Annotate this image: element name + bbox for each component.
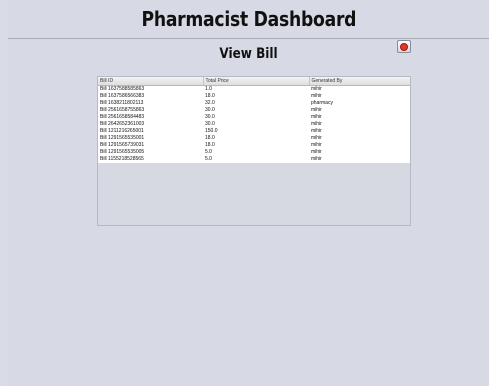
cell-total-price: 32.0: [203, 100, 309, 107]
cell-bill-id: Bill 1291565535001: [98, 135, 203, 142]
column-header-generated-by[interactable]: Generated By: [309, 77, 410, 86]
table-header-row: Bill ID Total Price Generated By: [98, 77, 410, 86]
table-row[interactable]: Bill 2561658755863 30.0 mihir: [98, 107, 410, 114]
cell-total-price: 30.0: [203, 121, 309, 128]
table-row[interactable]: Bill 1291565535005 5.0 mihir: [98, 149, 410, 156]
close-button[interactable]: [397, 40, 411, 53]
cell-generated-by: mihir: [309, 156, 410, 163]
cell-bill-id: Bill 2561658584483: [98, 114, 203, 121]
bills-table-container[interactable]: Bill ID Total Price Generated By Bill 16…: [97, 76, 411, 226]
cell-total-price: 1.0: [203, 85, 309, 93]
table-row[interactable]: Bill 1155218528565 5.0 mihir: [98, 156, 410, 163]
cell-generated-by: mihir: [309, 149, 410, 156]
cell-generated-by: mihir: [309, 93, 410, 100]
close-icon: [400, 42, 408, 51]
column-header-bill-id[interactable]: Bill ID: [98, 77, 204, 86]
cell-total-price: 18.0: [203, 135, 309, 142]
table-row[interactable]: Bill 2561658584483 30.0 mihir: [98, 114, 410, 121]
cell-bill-id: Bill 1155218528565: [98, 156, 203, 163]
cell-bill-id: Bill 1211216265001: [98, 128, 203, 135]
page-title: View Bill: [219, 46, 278, 62]
table-row[interactable]: Bill 1637588585863 1.0 mihir: [98, 85, 410, 93]
cell-bill-id: Bill 1291565739031: [98, 142, 203, 149]
cell-total-price: 5.0: [203, 149, 309, 156]
cell-total-price: 30.0: [203, 114, 309, 121]
cell-total-price: 18.0: [203, 142, 309, 149]
cell-total-price: 30.0: [203, 107, 309, 114]
cell-generated-by: mihir: [309, 107, 410, 114]
app-title: Pharmacist Dashboard: [141, 7, 356, 31]
cell-bill-id: Bill 1637588585863: [98, 85, 203, 93]
cell-bill-id: Bill 1637586566383: [98, 93, 203, 100]
table-row[interactable]: Bill 1211216265001 150.0 mihir: [98, 128, 410, 135]
cell-total-price: 5.0: [203, 156, 309, 163]
table-row[interactable]: Bill 1291565739031 18.0 mihir: [98, 142, 410, 149]
column-header-total-price[interactable]: Total Price: [203, 77, 310, 86]
bills-table: Bill ID Total Price Generated By Bill 16…: [98, 77, 410, 163]
cell-generated-by: mihir: [309, 114, 410, 121]
cell-total-price: 150.0: [203, 128, 309, 135]
header-bar: Pharmacist Dashboard: [8, 0, 489, 39]
table-row[interactable]: Bill 1638211802113 32.0 pharmacy: [98, 100, 410, 107]
cell-generated-by: mihir: [309, 121, 410, 128]
app-window: Pharmacist Dashboard View Bill Bill ID T…: [8, 0, 489, 386]
table-row[interactable]: Bill 1637586566383 18.0 mihir: [98, 93, 410, 100]
cell-bill-id: Bill 1291565535005: [98, 149, 203, 156]
cell-bill-id: Bill 2561658755863: [98, 107, 203, 114]
cell-generated-by: mihir: [309, 85, 410, 93]
cell-generated-by: mihir: [309, 128, 410, 135]
cell-generated-by: pharmacy: [309, 100, 410, 107]
cell-bill-id: Bill 2642652361003: [98, 121, 203, 128]
cell-generated-by: mihir: [309, 142, 410, 149]
table-row[interactable]: Bill 2642652361003 30.0 mihir: [98, 121, 410, 128]
cell-generated-by: mihir: [309, 135, 410, 142]
table-row[interactable]: Bill 1291565535001 18.0 mihir: [98, 135, 410, 142]
cell-total-price: 18.0: [203, 93, 309, 100]
cell-bill-id: Bill 1638211802113: [98, 100, 203, 107]
